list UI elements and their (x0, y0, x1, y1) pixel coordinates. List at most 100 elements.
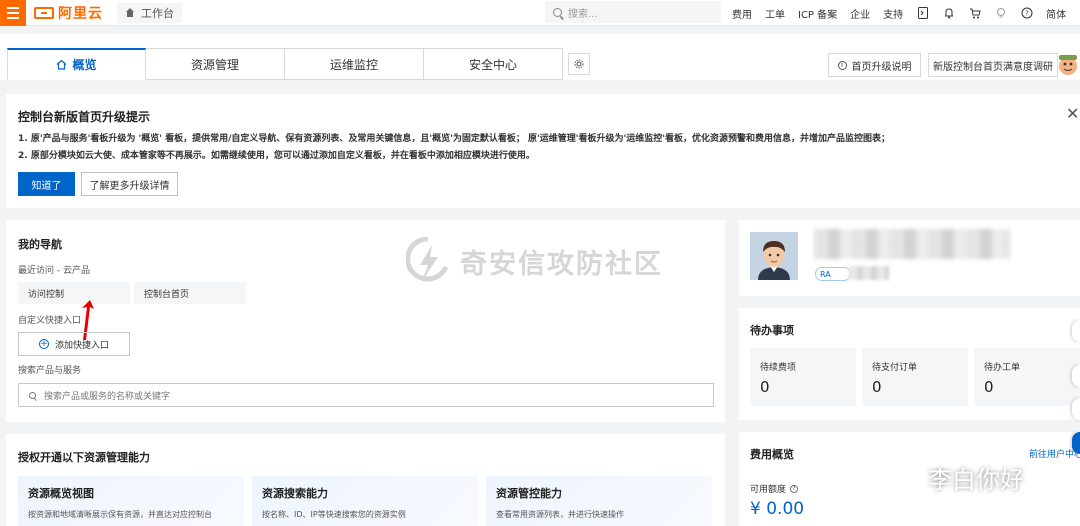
watermark-logo-icon (406, 237, 449, 282)
gear-icon (574, 59, 584, 69)
topnav-icp[interactable]: ICP 备案 (798, 6, 837, 21)
todo-item-renewal[interactable]: 待续费项 0 (750, 348, 856, 406)
menu-icon[interactable] (0, 0, 26, 26)
help-icon[interactable]: ? (790, 484, 799, 493)
balance-label: 可用额度 ? (750, 482, 799, 495)
floating-side-button[interactable] (1072, 432, 1080, 454)
bell-icon[interactable] (942, 7, 955, 20)
my-navigation-card: 我的导航 奇安信攻防社区 最近访问 - 云产品 访问控制 控制台首页 自定义快捷… (6, 220, 725, 422)
profile-card: RA (739, 220, 1080, 296)
tab-overview[interactable]: 概览 (7, 48, 146, 80)
banner-line-1: 1. 原'产品与服务'看板升级为 '概览' 看板，提供常用/自定义导航、保有资源… (18, 134, 891, 144)
tab-security-center[interactable]: 安全中心 (424, 48, 563, 80)
home-icon (57, 59, 67, 70)
dashboard-tabs-bar: 概览 资源管理 运维监控 安全中心 i 首页升级说明 新版控制台首页满意度调研 (0, 34, 1080, 80)
auth-card-desc: 按资源和地域清晰展示保有资源，并直达对应控制台 (28, 510, 212, 519)
upgrade-info-label: 首页升级说明 (851, 61, 912, 73)
global-search-placeholder: 搜索... (568, 8, 598, 20)
learn-more-button[interactable]: 了解更多升级详情 (81, 172, 178, 196)
plus-icon: + (38, 338, 49, 349)
upgrade-info-button[interactable]: i 首页升级说明 (828, 53, 921, 77)
todo-card: 待办事项 待续费项 0 待支付订单 0 待办工单 0 (739, 308, 1080, 420)
banner-line-2: 2. 原部分模块如云大使、成本管家等不再展示。如需继续使用，您可以通过添加自定义… (18, 151, 535, 161)
todo-label: 待续费项 (760, 363, 797, 373)
cart-icon[interactable] (968, 7, 981, 20)
todo-value: 0 (872, 378, 882, 396)
info-icon: i (837, 60, 847, 70)
todo-item-unpaid-orders[interactable]: 待支付订单 0 (862, 348, 968, 406)
brand-logo[interactable]: 阿里云 (34, 0, 103, 26)
auth-card-resource-search[interactable]: 资源搜索能力 按名称、ID、IP等快速搜索您的资源实例 (252, 476, 478, 526)
recent-item-console-home[interactable]: 控制台首页 (134, 282, 246, 304)
auth-card-resource-control[interactable]: 资源管控能力 查看常用资源列表，并进行快速操作 (486, 476, 712, 526)
survey-button[interactable]: 新版控制台首页满意度调研 (928, 53, 1058, 77)
top-nav: 费用 工单 ICP 备案 企业 支持 ? 简体 (732, 0, 1079, 26)
todo-value: 0 (760, 378, 770, 396)
wechat-icon (890, 466, 919, 488)
workbench-label: 工作台 (141, 6, 174, 20)
watermark: 奇安信攻防社区 (406, 237, 663, 285)
my-nav-title: 我的导航 (18, 238, 62, 251)
account-badge: RA (815, 267, 851, 281)
close-icon[interactable]: ✕ (1066, 106, 1079, 122)
help-icon[interactable]: ? (1020, 7, 1033, 20)
auth-card-title: 资源概览视图 (28, 487, 94, 500)
custom-shortcut-label: 自定义快捷入口 (18, 316, 82, 326)
aliyun-logo-icon (34, 6, 54, 19)
todo-label: 待办工单 (984, 363, 1021, 373)
upgrade-notice-banner: 控制台新版首页升级提示 ✕ 1. 原'产品与服务'看板升级为 '概览' 看板，提… (6, 94, 1080, 208)
wechat-watermark: 李白你好 (890, 460, 1024, 495)
todo-title: 待办事项 (750, 324, 794, 337)
global-search-input[interactable]: 搜索... (545, 1, 721, 23)
floating-side-button[interactable] (1072, 365, 1080, 387)
avatar[interactable] (750, 232, 798, 280)
recent-item-access-control[interactable]: 访问控制 (18, 282, 130, 304)
product-search-input[interactable]: 搜索产品或服务的名称或关键字 (18, 383, 714, 407)
auth-card-resource-overview[interactable]: 资源概览视图 按资源和地域清晰展示保有资源，并直达对应控制台 (18, 476, 244, 526)
auth-card-title: 资源管控能力 (496, 487, 562, 500)
balance-value: ¥ 0.00 (750, 499, 805, 519)
tab-overview-label: 概览 (72, 58, 97, 72)
blurred-account-id (849, 266, 889, 280)
dashboard-tabs: 概览 资源管理 运维监控 安全中心 (7, 48, 563, 80)
tab-resource-management[interactable]: 资源管理 (146, 48, 285, 80)
home-icon (125, 8, 135, 17)
balance-label-text: 可用额度 (750, 485, 787, 495)
floating-side-button[interactable] (1072, 320, 1080, 342)
terminal-icon[interactable] (916, 7, 929, 20)
search-icon (553, 7, 562, 17)
brand-name: 阿里云 (58, 5, 103, 22)
add-shortcut-button[interactable]: + 添加快捷入口 (18, 332, 130, 356)
top-bar: 阿里云 工作台 搜索... 费用 工单 ICP 备案 企业 支持 ? 简体 (0, 0, 1080, 26)
auth-card-desc: 按名称、ID、IP等快速搜索您的资源实例 (262, 510, 406, 519)
auth-card-desc: 查看常用资源列表，并进行快速操作 (496, 510, 624, 519)
workbench-button[interactable]: 工作台 (117, 2, 182, 23)
topnav-enterprise[interactable]: 企业 (850, 6, 870, 21)
mascot-icon (1059, 55, 1077, 75)
todo-value: 0 (984, 378, 994, 396)
got-it-button[interactable]: 知道了 (18, 172, 75, 196)
search-icon (29, 391, 36, 399)
tab-ops-monitoring[interactable]: 运维监控 (285, 48, 424, 80)
wechat-watermark-text: 李白你好 (928, 466, 1024, 494)
topnav-ticket[interactable]: 工单 (765, 6, 785, 21)
search-products-label: 搜索产品与服务 (18, 366, 82, 376)
fee-title: 费用概览 (750, 448, 794, 461)
svg-text:?: ? (1025, 10, 1029, 18)
todo-item-tickets[interactable]: 待办工单 0 (974, 348, 1080, 406)
floating-side-button[interactable] (1072, 398, 1080, 420)
todo-label: 待支付订单 (872, 363, 918, 373)
watermark-text: 奇安信攻防社区 (460, 248, 663, 280)
tab-settings-button[interactable] (568, 53, 590, 75)
add-shortcut-label: 添加快捷入口 (54, 340, 109, 351)
auth-title: 授权开通以下资源管理能力 (18, 451, 150, 464)
language-switch[interactable]: 简体 (1046, 6, 1066, 21)
topnav-fee[interactable]: 费用 (732, 6, 752, 21)
auth-card-title: 资源搜索能力 (262, 487, 328, 500)
recent-visits-label: 最近访问 - 云产品 (18, 266, 90, 276)
topnav-support[interactable]: 支持 (883, 6, 903, 21)
banner-title: 控制台新版首页升级提示 (18, 110, 151, 124)
blurred-username (814, 229, 1010, 259)
lightbulb-icon[interactable] (994, 7, 1007, 20)
product-search-placeholder: 搜索产品或服务的名称或关键字 (44, 391, 171, 402)
